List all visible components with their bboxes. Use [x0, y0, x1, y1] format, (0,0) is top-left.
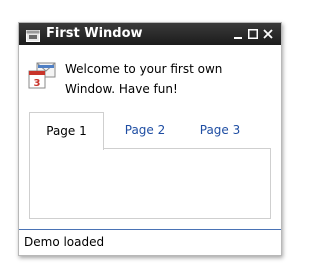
status-bar: Demo loaded	[19, 229, 281, 255]
welcome-message: Welcome to your first own Window. Have f…	[65, 62, 223, 96]
window-titlebar[interactable]: First Window	[19, 23, 281, 45]
minimize-icon[interactable]	[233, 28, 243, 40]
maximize-icon[interactable]	[248, 28, 258, 40]
tab-page-1[interactable]: Page 1	[29, 112, 104, 150]
window-controls	[233, 26, 273, 42]
tab-page-2[interactable]: Page 2	[109, 112, 181, 148]
first-window: First Window 3 Welcome to your first own…	[18, 22, 282, 256]
window-app-icon	[26, 27, 40, 42]
svg-text:3: 3	[34, 78, 41, 89]
window-title: First Window	[46, 26, 143, 41]
tab-bar: Page 1 Page 2 Page 3	[29, 112, 269, 150]
status-text: Demo loaded	[24, 235, 105, 249]
close-icon[interactable]	[263, 28, 273, 40]
calendar-mail-icon: 3	[27, 61, 57, 91]
tab-panel	[29, 148, 271, 219]
tab-page-3[interactable]: Page 3	[184, 112, 256, 148]
